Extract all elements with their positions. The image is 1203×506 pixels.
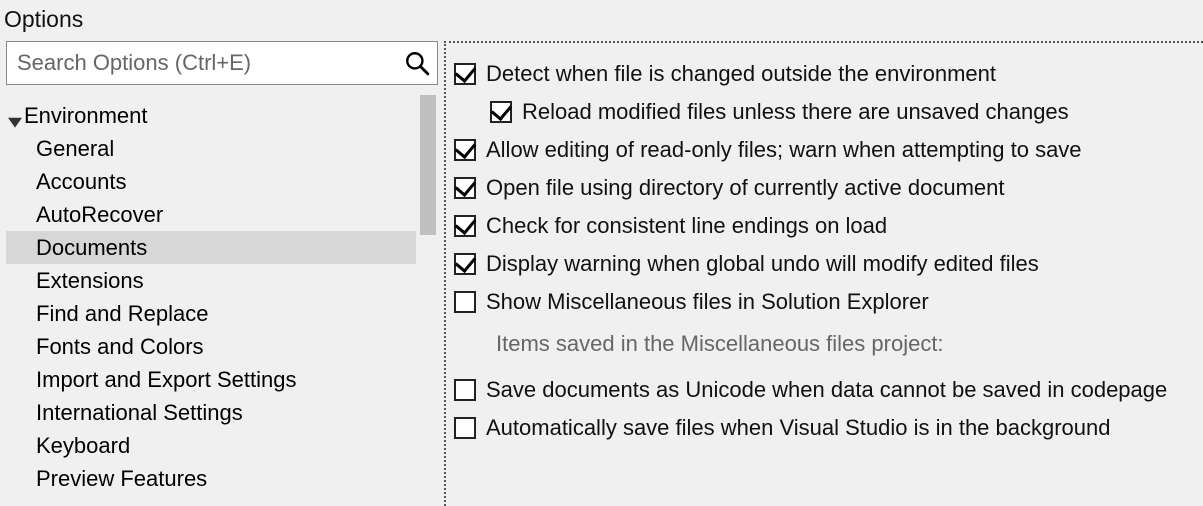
checkbox-allow-readonly[interactable] [454, 139, 476, 161]
option-autosave-background: Automatically save files when Visual Stu… [454, 409, 1195, 447]
tree-item-label: AutoRecover [36, 202, 163, 228]
checkbox-autosave-background[interactable] [454, 417, 476, 439]
tree-category-environment[interactable]: Environment [6, 99, 416, 132]
checkbox-detect-change[interactable] [454, 63, 476, 85]
tree-item-label: Import and Export Settings [36, 367, 296, 393]
option-label: Automatically save files when Visual Stu… [486, 415, 1111, 441]
checkbox-show-misc-files[interactable] [454, 291, 476, 313]
dialog-title: Options [0, 0, 1203, 41]
tree-item-import-export-settings[interactable]: Import and Export Settings [6, 363, 416, 396]
search-wrap [6, 41, 438, 85]
tree-item-label: International Settings [36, 400, 243, 426]
checkbox-reload-modified[interactable] [490, 101, 512, 123]
tree-item-label: Fonts and Colors [36, 334, 204, 360]
tree-item-label: Extensions [36, 268, 144, 294]
left-pane: Environment General Accounts AutoRecover… [0, 41, 444, 506]
option-reload-modified: Reload modified files unless there are u… [454, 93, 1195, 131]
option-label: Check for consistent line endings on loa… [486, 213, 887, 239]
tree-item-general[interactable]: General [6, 132, 416, 165]
tree-item-fonts-and-colors[interactable]: Fonts and Colors [6, 330, 416, 363]
options-dialog: Options Environment [0, 0, 1203, 506]
option-save-unicode: Save documents as Unicode when data cann… [454, 371, 1195, 409]
option-global-undo-warn: Display warning when global undo will mo… [454, 245, 1195, 283]
tree-item-label: Keyboard [36, 433, 130, 459]
category-tree[interactable]: Environment General Accounts AutoRecover… [6, 95, 416, 506]
tree-item-accounts[interactable]: Accounts [6, 165, 416, 198]
checkbox-global-undo-warn[interactable] [454, 253, 476, 275]
tree-item-preview-features[interactable]: Preview Features [6, 462, 416, 495]
tree-item-documents[interactable]: Documents [6, 231, 416, 264]
option-label: Show Miscellaneous files in Solution Exp… [486, 289, 929, 315]
scrollbar-thumb[interactable] [420, 95, 436, 235]
tree-scrollbar[interactable] [418, 95, 438, 506]
misc-files-note: Items saved in the Miscellaneous files p… [454, 321, 1195, 371]
tree-wrap: Environment General Accounts AutoRecover… [6, 95, 438, 506]
option-check-line-endings: Check for consistent line endings on loa… [454, 207, 1195, 245]
tree-item-keyboard[interactable]: Keyboard [6, 429, 416, 462]
option-label: Display warning when global undo will mo… [486, 251, 1039, 277]
expand-collapse-icon[interactable] [8, 109, 22, 123]
option-label: Reload modified files unless there are u… [522, 99, 1069, 125]
option-show-misc-files: Show Miscellaneous files in Solution Exp… [454, 283, 1195, 321]
option-label: Open file using directory of currently a… [486, 175, 1004, 201]
tree-item-autorecover[interactable]: AutoRecover [6, 198, 416, 231]
tree-item-label: Documents [36, 235, 147, 261]
option-detect-change: Detect when file is changed outside the … [454, 55, 1195, 93]
option-label: Save documents as Unicode when data cann… [486, 377, 1167, 403]
checkbox-open-active-dir[interactable] [454, 177, 476, 199]
dialog-content: Environment General Accounts AutoRecover… [0, 41, 1203, 506]
option-open-active-dir: Open file using directory of currently a… [454, 169, 1195, 207]
tree-item-label: Find and Replace [36, 301, 208, 327]
tree-item-international-settings[interactable]: International Settings [6, 396, 416, 429]
option-label: Detect when file is changed outside the … [486, 61, 996, 87]
options-panel: Detect when file is changed outside the … [444, 41, 1203, 506]
search-input[interactable] [6, 41, 438, 85]
tree-category-label: Environment [24, 103, 148, 129]
tree-item-label: General [36, 136, 114, 162]
tree-item-label: Preview Features [36, 466, 207, 492]
checkbox-save-unicode[interactable] [454, 379, 476, 401]
option-allow-readonly: Allow editing of read-only files; warn w… [454, 131, 1195, 169]
tree-item-extensions[interactable]: Extensions [6, 264, 416, 297]
checkbox-check-line-endings[interactable] [454, 215, 476, 237]
option-label: Allow editing of read-only files; warn w… [486, 137, 1082, 163]
tree-item-label: Accounts [36, 169, 127, 195]
tree-item-find-and-replace[interactable]: Find and Replace [6, 297, 416, 330]
